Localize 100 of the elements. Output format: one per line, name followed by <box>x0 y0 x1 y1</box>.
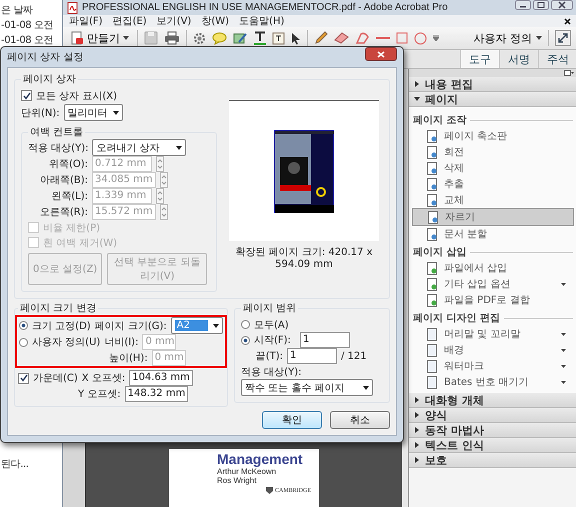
file-list-text: 은 날짜 <box>1 4 34 17</box>
page-icon <box>426 146 438 158</box>
field-label: 왼쪽(L): <box>50 190 88 203</box>
page-icon <box>426 360 438 372</box>
caret-icon <box>561 364 566 368</box>
panel-section-header[interactable]: 텍스트 인식 <box>409 438 576 453</box>
input-field[interactable]: 104.63 mm <box>129 370 193 386</box>
caret-icon <box>176 146 182 150</box>
tool-item[interactable]: 워터마크 <box>412 358 574 374</box>
radio-button[interactable] <box>241 336 250 344</box>
menu-item[interactable]: 창(W) <box>201 14 230 28</box>
pane-options-icon[interactable] <box>564 70 574 76</box>
eraser-icon[interactable] <box>334 32 349 44</box>
field-label: Y 오프셋: <box>78 388 121 401</box>
field-label: 끝(T): <box>254 350 283 363</box>
caret-icon <box>561 282 566 286</box>
menu-item[interactable]: 파일(F) <box>69 14 103 28</box>
page-icon <box>426 162 438 174</box>
close-icon[interactable] <box>564 18 571 24</box>
panel-section-header[interactable]: 양식 <box>409 408 576 423</box>
checkbox[interactable] <box>18 372 29 384</box>
gear-icon[interactable] <box>193 32 206 44</box>
tool-item[interactable]: 회전 <box>412 144 574 160</box>
tool-item[interactable]: 삭제 <box>412 160 574 176</box>
minimize-icon[interactable] <box>515 0 531 10</box>
disclosure-triangle-icon <box>414 457 420 463</box>
close-icon <box>377 50 385 58</box>
page-icon <box>426 294 438 306</box>
menu-item[interactable]: 편집(E) <box>112 14 147 28</box>
pane-tab[interactable]: 서명 <box>499 50 538 68</box>
tool-item[interactable]: 파일에서 삽입 <box>412 260 574 276</box>
spinner-icon[interactable] <box>156 188 164 204</box>
cancel-button[interactable]: 취소 <box>330 411 390 429</box>
close-button[interactable] <box>365 47 397 61</box>
apply-to-dropdown[interactable]: 오려내기 상자 <box>92 139 186 156</box>
panel-section-header[interactable]: 보호 <box>409 453 576 468</box>
panel-section-header[interactable]: 대화형 개체 <box>409 393 576 408</box>
page-total: / 121 <box>341 350 367 362</box>
disclosure-triangle-icon <box>414 442 420 448</box>
stamp-icon[interactable] <box>355 32 370 44</box>
panel-section-header[interactable]: 내용 편집 <box>409 77 576 92</box>
spinner-icon[interactable] <box>160 172 168 188</box>
radio-button[interactable] <box>241 320 250 329</box>
ok-button[interactable]: 확인 <box>262 411 322 429</box>
group-heading: 페이지 삽입 <box>413 246 466 259</box>
file-list-text: 된다... <box>1 458 30 471</box>
expand-icon[interactable] <box>555 30 571 46</box>
spinner-icon[interactable] <box>156 156 164 172</box>
input-field[interactable]: 1 <box>300 332 350 348</box>
maximize-icon[interactable] <box>533 0 549 10</box>
checkbox[interactable] <box>21 90 32 101</box>
page-icon <box>426 178 438 190</box>
more-icon[interactable] <box>433 35 439 41</box>
view-mode-dropdown[interactable]: 사용자 정의 <box>474 30 542 46</box>
text-box-icon[interactable] <box>272 32 285 44</box>
tool-item[interactable]: 문서 분할 <box>412 226 574 242</box>
input-field[interactable]: 1 <box>287 348 337 364</box>
field-label: 단위(N): <box>21 106 60 120</box>
pane-tab[interactable]: 도구 <box>460 50 499 68</box>
radio-button[interactable] <box>19 321 28 330</box>
pointer-icon[interactable] <box>291 32 301 44</box>
disclosure-triangle-icon <box>414 397 420 403</box>
group-title: 여백 컨트롤 <box>29 126 84 139</box>
close-icon[interactable] <box>551 0 573 10</box>
page-heading: Management <box>217 451 304 467</box>
tool-item[interactable]: 기타 삽입 옵션 <box>412 276 574 292</box>
tool-item[interactable]: 머리말 및 꼬리말 <box>412 326 574 342</box>
tool-item[interactable]: 교체 <box>412 192 574 208</box>
pdf-file-icon <box>67 2 78 14</box>
radio-button[interactable] <box>19 338 28 346</box>
menu-item[interactable]: 도움말(H) <box>239 14 284 28</box>
speech-bubble-icon[interactable] <box>212 32 227 44</box>
tool-item[interactable]: Bates 번호 매기기 <box>412 374 574 390</box>
unit-dropdown[interactable]: 밀리미터 <box>64 104 123 121</box>
pane-tab[interactable]: 주석 <box>538 50 576 68</box>
page-icon <box>426 278 438 290</box>
print-icon[interactable] <box>164 31 180 45</box>
text-tool-icon[interactable] <box>254 31 266 45</box>
input-field[interactable]: 148.32 mm <box>124 386 188 402</box>
caret-icon <box>561 380 566 384</box>
rectangle-icon[interactable] <box>396 32 408 44</box>
tool-item[interactable]: 추출 <box>412 176 574 192</box>
tool-item[interactable]: 자르기 <box>412 208 574 226</box>
caret-icon <box>561 348 566 352</box>
tool-item[interactable]: 배경 <box>412 342 574 358</box>
field-label: X 오프셋: <box>82 372 126 385</box>
line-icon[interactable] <box>376 36 390 40</box>
tool-item[interactable]: 페이지 축소판 <box>412 128 574 144</box>
page-icon <box>426 130 438 142</box>
menu-item[interactable]: 보기(V) <box>156 14 192 28</box>
panel-section-header[interactable]: 페이지 <box>409 92 576 107</box>
highlight-pen-icon[interactable] <box>233 32 248 44</box>
checkbox-label: 흰 여백 제거(W) <box>43 236 118 250</box>
apply-to-dropdown[interactable]: 짝수 또는 홀수 페이지 <box>241 379 373 396</box>
caret-icon <box>212 324 219 328</box>
tool-item[interactable]: 파일을 PDF로 결합 <box>412 292 574 308</box>
create-button[interactable]: 만들기 <box>69 30 131 46</box>
panel-section-header[interactable]: 동작 마법사 <box>409 423 576 438</box>
circle-icon[interactable] <box>414 32 427 44</box>
spinner-icon[interactable] <box>160 204 168 220</box>
